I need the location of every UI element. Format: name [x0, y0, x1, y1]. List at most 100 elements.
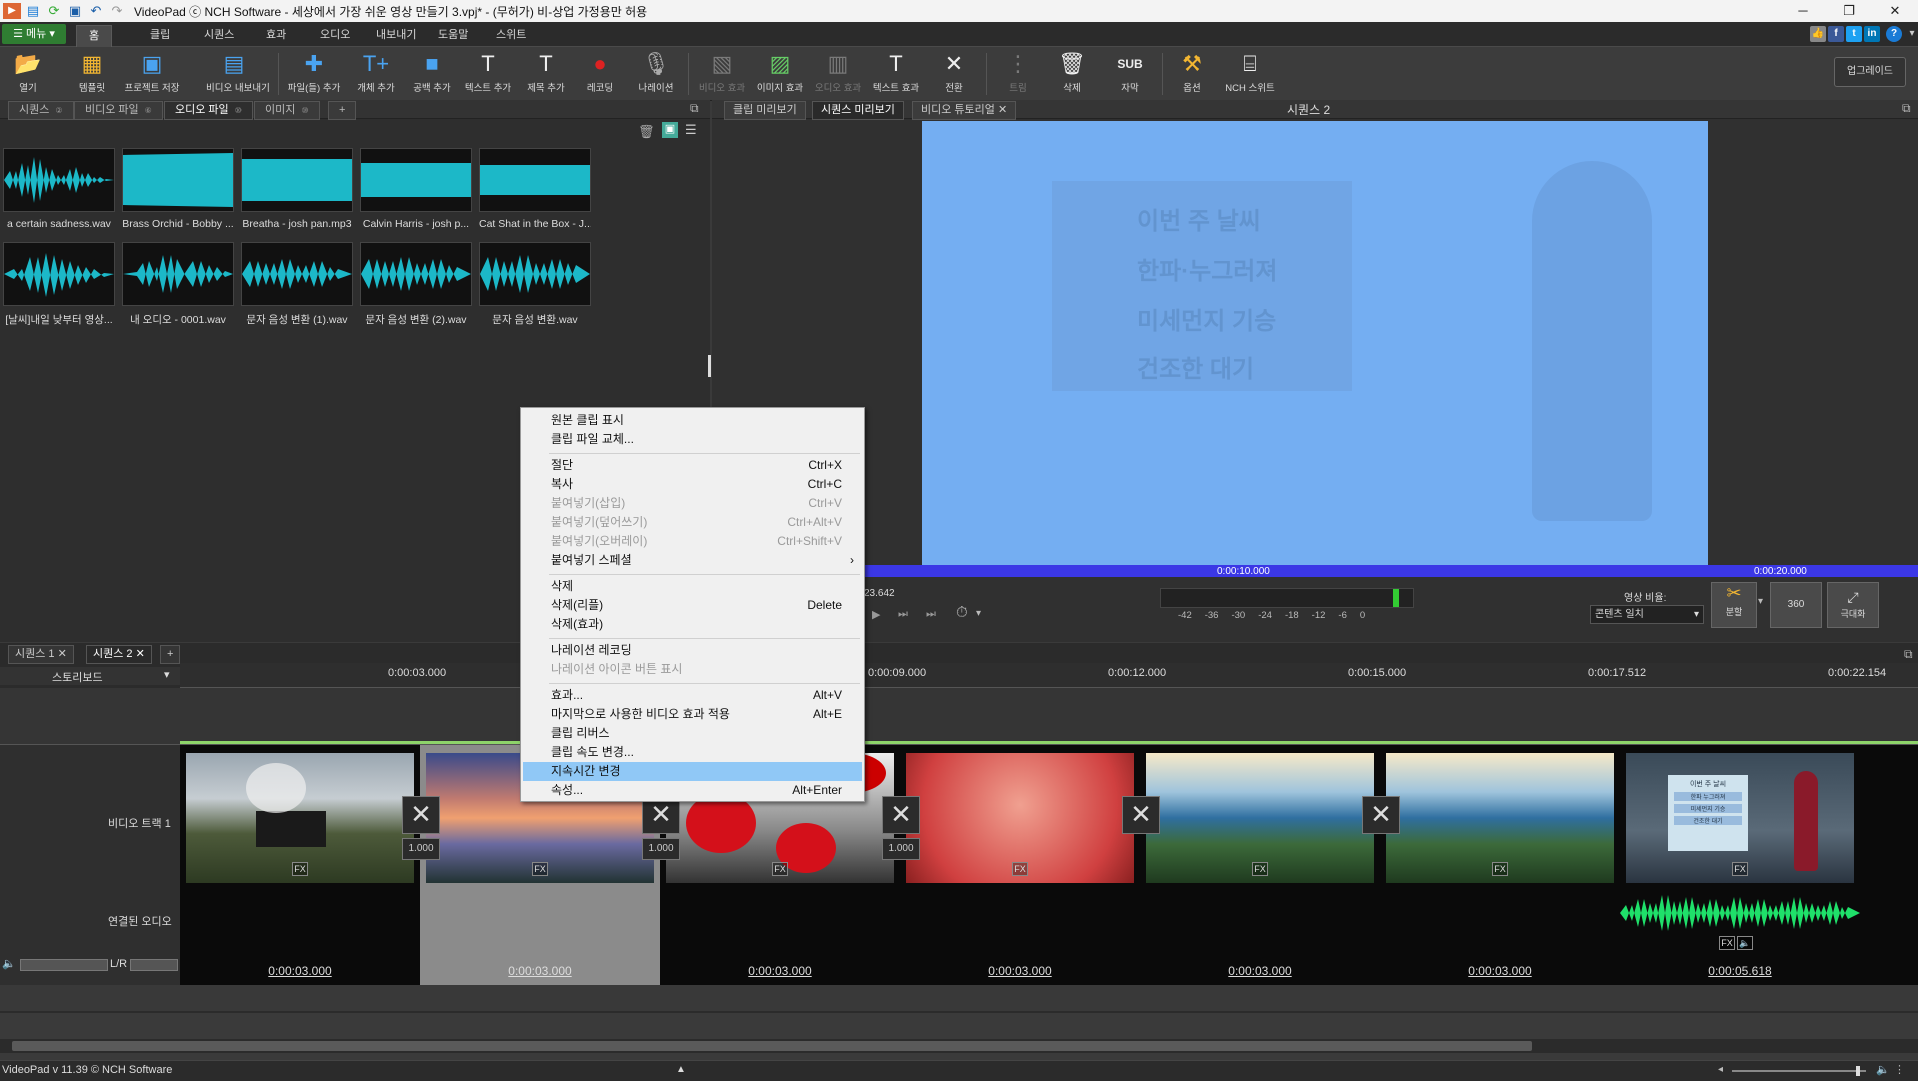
facebook-icon[interactable]: f: [1828, 26, 1844, 42]
transition-duration[interactable]: 1.000: [642, 838, 680, 860]
undo-icon[interactable]: ↶: [87, 3, 105, 19]
tab-audio-files[interactable]: 오디오 파일 ⑩: [164, 101, 253, 120]
menu-item-show-narration-button[interactable]: 나레이션 아이콘 버튼 표시: [523, 660, 862, 679]
bin-file-item[interactable]: 문자 음성 변환 (1).wav: [241, 242, 353, 327]
bin-view-list-icon[interactable]: ☰: [685, 122, 697, 138]
go-to-end-icon[interactable]: ⏭: [926, 608, 936, 621]
bin-file-item[interactable]: a certain sadness.wav: [3, 148, 115, 230]
new-project-icon[interactable]: ▤: [24, 3, 42, 19]
tab-help[interactable]: 도움말: [426, 25, 480, 46]
template-button[interactable]: ▦ 템플릿: [64, 50, 120, 98]
menu-item-properties[interactable]: 속성... Alt+Enter: [523, 781, 862, 800]
tab-clip-preview[interactable]: 클립 미리보기: [724, 101, 806, 120]
add-title-button[interactable]: T 제목 추가: [518, 50, 574, 98]
scrub-bar[interactable]: [712, 565, 1918, 577]
menu-item-show-source-clip[interactable]: 원본 클립 표시: [523, 411, 862, 430]
scrollbar-thumb[interactable]: [12, 1041, 1532, 1051]
audio-effects-button[interactable]: ▥ 오디오 효과: [810, 50, 866, 98]
video-preview-frame[interactable]: 이번 주 날씨 한파·누그러져 미세먼지 기승 건조한 대기: [922, 121, 1708, 565]
redo-icon[interactable]: ↷: [108, 3, 126, 19]
menu-item-delete[interactable]: 삭제: [523, 577, 862, 596]
tab-video-files[interactable]: 비디오 파일 ⑥: [74, 101, 163, 120]
pan-slider[interactable]: [130, 959, 178, 971]
tab-sequence-1[interactable]: 시퀀스 1 ✕: [8, 645, 74, 664]
speed-control-icon[interactable]: ⏱: [956, 604, 968, 621]
volume-slider[interactable]: [20, 959, 108, 971]
transition-duration[interactable]: 1.000: [882, 838, 920, 860]
menu-item-copy[interactable]: 복사 Ctrl+C: [523, 475, 862, 494]
bin-file-item[interactable]: Breatha - josh pan.mp3: [241, 148, 353, 230]
speed-dropdown-icon[interactable]: ▾: [976, 608, 981, 619]
resize-grip-icon[interactable]: ⋮: [1894, 1063, 1905, 1076]
menu-item-change-speed[interactable]: 클립 속도 변경...: [523, 743, 862, 762]
tab-audio[interactable]: 오디오: [308, 25, 362, 46]
bin-delete-icon[interactable]: 🗑: [638, 124, 655, 140]
bin-file-item[interactable]: Cat Shat in the Box - J...: [479, 148, 591, 230]
add-text-button[interactable]: T 텍스트 추가: [460, 50, 516, 98]
bin-add-folder-icon[interactable]: ▣: [662, 122, 678, 138]
twitter-icon[interactable]: t: [1846, 26, 1862, 42]
bin-file-item[interactable]: Calvin Harris - josh p...: [360, 148, 472, 230]
menu-item-replace-clip-file[interactable]: 클립 파일 교체...: [523, 430, 862, 449]
menu-item-paste-special[interactable]: 붙여넣기 스페셜 ›: [523, 551, 862, 570]
restore-button[interactable]: ❐: [1826, 0, 1872, 22]
menu-item-ripple-delete[interactable]: 삭제(리플) Delete: [523, 596, 862, 615]
volume-icon[interactable]: 🔈: [2, 957, 16, 970]
zoom-slider[interactable]: [1732, 1066, 1866, 1076]
tab-sequence-2[interactable]: 시퀀스 2 ✕: [86, 645, 152, 664]
clip-fx-badge[interactable]: FX: [772, 862, 788, 876]
tab-suite[interactable]: 스위트: [484, 25, 538, 46]
record-button[interactable]: ● 레코딩: [572, 50, 628, 98]
audio-fx-badge[interactable]: FX: [1719, 936, 1735, 950]
trim-button[interactable]: ⋮ 트림: [990, 50, 1046, 98]
upgrade-button[interactable]: 업그레이드: [1834, 57, 1906, 87]
clip-duration-label[interactable]: 0:00:03.000: [1380, 964, 1620, 978]
tab-home[interactable]: 홈: [76, 25, 113, 47]
zoom-out-icon[interactable]: ◂: [1718, 1064, 1723, 1075]
clip-duration-label[interactable]: 0:00:03.000: [420, 964, 660, 978]
menu-item-reverse-clip[interactable]: 클립 리버스: [523, 724, 862, 743]
bin-file-item[interactable]: [날씨]내일 낮부터 영상...: [3, 242, 115, 327]
open-button[interactable]: 📂 열기: [0, 50, 56, 98]
main-menu-button[interactable]: ☰ 메뉴 ▾: [2, 24, 66, 44]
help-dropdown-icon[interactable]: ▾: [1904, 26, 1918, 42]
export-video-button[interactable]: ▤ 비디오 내보내기: [206, 50, 270, 98]
linked-audio-waveform[interactable]: [1620, 883, 1860, 943]
close-tab-icon[interactable]: ✕: [998, 104, 1007, 116]
split-button[interactable]: ✂ 분할: [1711, 582, 1757, 628]
nch-suite-button[interactable]: ⌸ NCH 스위트: [1222, 50, 1278, 98]
transition-icon[interactable]: ✕: [402, 796, 440, 834]
options-button[interactable]: ⚒ 옵션: [1164, 50, 1220, 98]
clip-duration-label[interactable]: 0:00:05.618: [1620, 964, 1860, 978]
clip-duration-label[interactable]: 0:00:03.000: [660, 964, 900, 978]
linkedin-icon[interactable]: in: [1864, 26, 1880, 42]
transition-button[interactable]: ✕ 전환: [926, 50, 982, 98]
clip-fx-badge[interactable]: FX: [1732, 862, 1748, 876]
menu-item-paste-insert[interactable]: 붙여넣기(삽입) Ctrl+V: [523, 494, 862, 513]
audio-mute-icon[interactable]: 🔈: [1737, 936, 1753, 950]
close-button[interactable]: ✕: [1872, 0, 1918, 22]
clip-fx-badge[interactable]: FX: [1252, 862, 1268, 876]
menu-item-effects[interactable]: 효과... Alt+V: [523, 686, 862, 705]
image-effects-button[interactable]: ▨ 이미지 효과: [752, 50, 808, 98]
menu-item-paste-overlay[interactable]: 붙여넣기(오버레이) Ctrl+Shift+V: [523, 532, 862, 551]
transition-icon[interactable]: ✕: [1362, 796, 1400, 834]
menu-item-delete-effects[interactable]: 삭제(효과): [523, 615, 862, 634]
minimize-button[interactable]: ─: [1780, 0, 1826, 22]
delete-button[interactable]: 🗑 삭제: [1044, 50, 1100, 98]
video-effects-button[interactable]: ▧ 비디오 효과: [694, 50, 750, 98]
menu-item-record-narration[interactable]: 나레이션 레코딩: [523, 641, 862, 660]
horizontal-scrollbar[interactable]: [0, 1039, 1918, 1053]
clip-fx-badge[interactable]: FX: [1012, 862, 1028, 876]
add-bin-tab-button[interactable]: +: [328, 101, 357, 120]
view-mode-select[interactable]: 스토리보드 ▾: [0, 667, 181, 685]
menu-item-apply-last-effect[interactable]: 마지막으로 사용한 비디오 효과 적용 Alt+E: [523, 705, 862, 724]
tab-sequence[interactable]: 시퀀스: [192, 25, 246, 46]
tab-export[interactable]: 내보내기: [364, 25, 428, 46]
panel-splitter[interactable]: [708, 355, 711, 377]
panel-popout-icon[interactable]: ⧉: [1904, 647, 1913, 662]
bin-file-item[interactable]: 내 오디오 - 0001.wav: [122, 242, 234, 327]
panel-popout-icon[interactable]: ⧉: [1902, 101, 1911, 116]
clip-duration-label[interactable]: 0:00:03.000: [180, 964, 420, 978]
add-object-button[interactable]: T+ 개체 추가: [348, 50, 404, 98]
